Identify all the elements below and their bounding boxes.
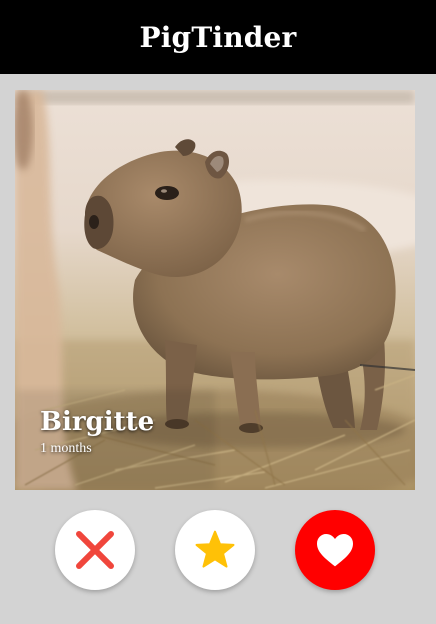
profile-card[interactable]: Birgitte 1 months — [15, 90, 415, 490]
app-title: PigTinder — [139, 20, 297, 54]
heart-icon — [317, 533, 353, 567]
action-bar — [0, 510, 436, 590]
profile-caption: Birgitte 1 months — [40, 406, 154, 459]
star-icon — [195, 530, 235, 568]
nope-button[interactable] — [55, 510, 135, 590]
superlike-button[interactable] — [175, 510, 255, 590]
app-header: PigTinder — [0, 0, 436, 74]
profile-age: 1 months — [40, 441, 92, 456]
like-button[interactable] — [295, 510, 375, 590]
close-icon — [76, 531, 114, 569]
profile-name: Birgitte — [40, 407, 155, 437]
